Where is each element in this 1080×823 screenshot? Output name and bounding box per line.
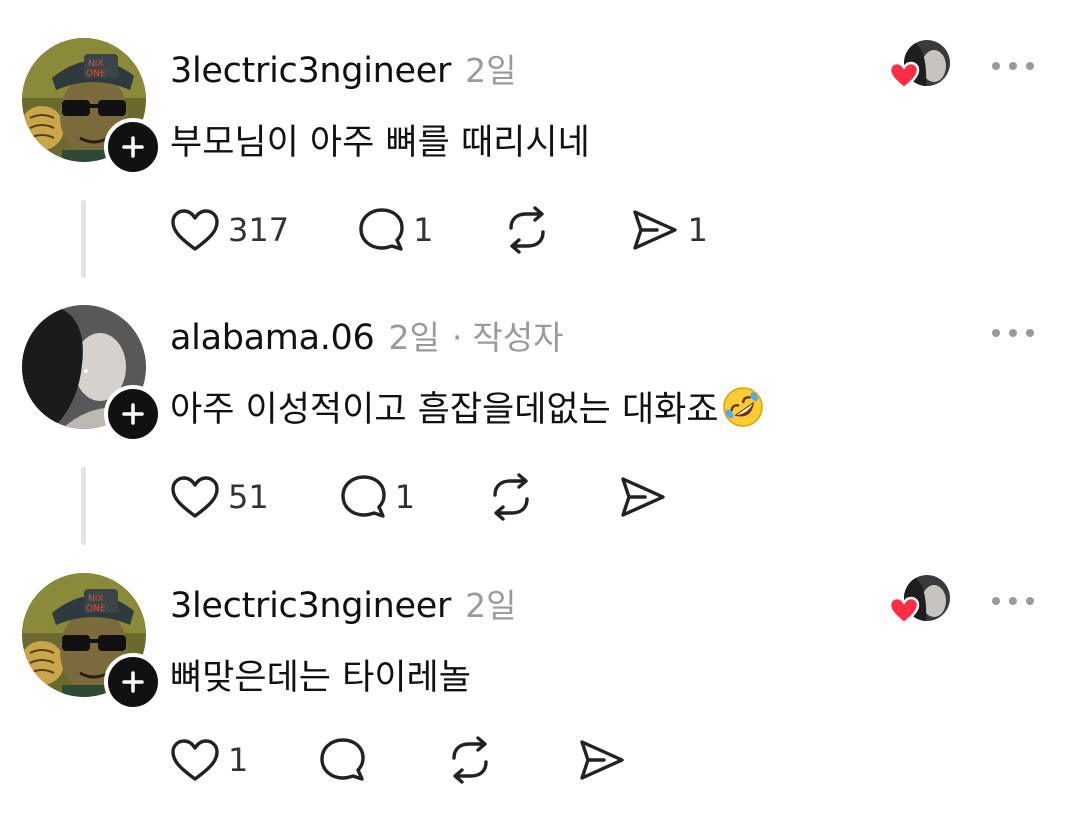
svg-text:NIX: NIX <box>88 59 104 69</box>
more-options-button[interactable] <box>992 595 1034 607</box>
separator-dot: · <box>451 318 463 357</box>
follow-button[interactable] <box>104 385 162 443</box>
heart-outline-icon <box>171 209 219 251</box>
action-bar: 51 1 <box>170 472 723 522</box>
plus-icon <box>122 403 144 425</box>
reply-button[interactable]: 1 <box>339 473 415 521</box>
share-button[interactable] <box>617 474 675 520</box>
speech-bubble-icon <box>359 208 404 251</box>
share-button[interactable]: 1 <box>629 207 708 253</box>
like-button[interactable]: 317 <box>170 207 289 253</box>
repost-arrows-icon <box>452 736 489 784</box>
heart-outline-icon <box>171 739 219 781</box>
comment-header: 3lectric3ngineer 2일 <box>170 579 516 627</box>
reply-count: 1 <box>394 478 416 516</box>
send-paper-plane-icon <box>633 210 678 250</box>
like-count: 51 <box>228 478 269 516</box>
speech-bubble-icon <box>341 475 386 518</box>
reply-button[interactable] <box>318 736 374 784</box>
repost-arrows-icon <box>509 206 546 254</box>
avatar-container[interactable]: NIX ONE <box>22 573 162 711</box>
reply-button[interactable]: 1 <box>357 206 433 254</box>
heart-filled-icon <box>888 61 920 90</box>
action-bar: 317 1 1 <box>170 205 756 255</box>
send-paper-plane-icon <box>621 477 665 517</box>
avatar-container[interactable]: NIX ONE <box>22 38 162 176</box>
thread-line <box>81 467 86 545</box>
username[interactable]: alabama.06 <box>170 318 375 358</box>
comment-header: 3lectric3ngineer 2일 <box>170 44 516 92</box>
follow-button[interactable] <box>104 118 162 176</box>
comment-text: 뼈맞은데는 타이레놀 <box>170 658 471 698</box>
more-dot <box>1009 62 1017 70</box>
repost-button[interactable] <box>501 206 561 254</box>
comment-header: alabama.06 2일 · 작성자 <box>170 311 563 359</box>
more-dot <box>1026 62 1034 70</box>
liked-by-author-indicator <box>888 575 952 625</box>
timestamp: 2일 <box>465 586 517 625</box>
username[interactable]: 3lectric3ngineer <box>170 586 451 626</box>
like-count: 317 <box>228 211 290 249</box>
like-count: 1 <box>228 741 249 779</box>
repost-button[interactable] <box>444 736 504 784</box>
more-dots-icon <box>992 62 1000 70</box>
svg-text:ONE: ONE <box>86 604 106 614</box>
comment-text: 아주 이성적이고 흠잡을데없는 대화죠 <box>170 390 719 430</box>
like-button[interactable]: 51 <box>170 474 269 520</box>
comment-item: alabama.06 2일 · 작성자 아주 이성적이고 흠잡을데없는 대화죠 5… <box>0 305 1080 550</box>
svg-text:ONE: ONE <box>86 69 106 79</box>
timestamp: 2일 <box>465 51 517 90</box>
plus-icon <box>122 136 144 158</box>
heart-outline-icon <box>171 476 219 518</box>
author-tag: · 작성자 <box>452 311 564 359</box>
reply-count: 1 <box>413 211 434 249</box>
comment-text: 부모님이 아주 뼈를 때리시네 <box>170 123 590 163</box>
repost-button[interactable] <box>485 473 545 521</box>
repost-arrows-icon <box>493 473 529 521</box>
thread-line <box>81 200 86 278</box>
share-count: 1 <box>687 211 708 249</box>
more-dot <box>1026 597 1034 605</box>
share-button[interactable] <box>576 737 634 783</box>
heart-filled-icon <box>888 596 920 625</box>
more-options-button[interactable] <box>992 60 1034 72</box>
more-dot <box>1009 329 1017 337</box>
speech-bubble-icon <box>320 738 366 781</box>
svg-text:NIX: NIX <box>88 594 104 604</box>
more-dots-icon <box>992 329 1000 337</box>
more-dot <box>1009 597 1017 605</box>
timestamp: 2일 <box>388 318 440 357</box>
username[interactable]: 3lectric3ngineer <box>170 51 451 91</box>
comment-item: NIX ONE 3lectric3ngineer 2일 <box>0 573 1080 818</box>
avatar-container[interactable] <box>22 305 162 443</box>
comment-item: NIX ONE 3lectric3ngineer 2일 <box>0 38 1080 283</box>
follow-button[interactable] <box>104 653 162 711</box>
more-options-button[interactable] <box>992 327 1034 339</box>
more-dots-icon <box>992 597 1000 605</box>
send-paper-plane-icon <box>580 740 625 780</box>
action-bar: 1 <box>170 735 682 785</box>
more-dot <box>1026 329 1034 337</box>
rolling-on-floor-laughing-emoji <box>721 385 765 438</box>
liked-by-author-indicator <box>888 40 952 90</box>
plus-icon <box>122 671 144 693</box>
like-button[interactable]: 1 <box>170 737 248 783</box>
author-label: 작성자 <box>472 318 564 357</box>
comment-content: 아주 이성적이고 흠잡을데없는 대화죠 <box>170 381 765 438</box>
